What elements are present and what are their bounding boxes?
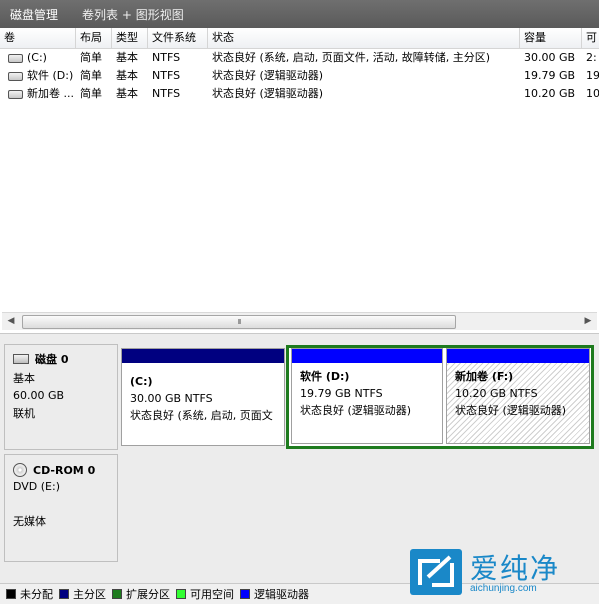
column-header-volume[interactable]: 卷	[0, 28, 76, 48]
capacity-cell: 10.20 GB	[524, 87, 576, 100]
window-title: 磁盘管理	[10, 7, 59, 22]
legend-item-extended: 扩展分区	[112, 586, 170, 602]
free-cell: 10	[586, 87, 599, 100]
type-cell: 基本	[116, 87, 138, 100]
partition-d[interactable]: 软件 (D:) 19.79 GB NTFS 状态良好 (逻辑驱动器)	[291, 348, 443, 444]
partition-c[interactable]: (C:) 30.00 GB NTFS 状态良好 (系统, 启动, 页面文	[121, 348, 285, 446]
status-cell: 状态良好 (逻辑驱动器)	[212, 69, 324, 82]
cdrom-name: CD-ROM 0	[33, 463, 96, 477]
capacity-cell: 30.00 GB	[524, 51, 576, 64]
free-cell: 2:	[586, 51, 597, 64]
partition-f[interactable]: 新加卷 (F:) 10.20 GB NTFS 状态良好 (逻辑驱动器)	[446, 348, 590, 444]
column-header-type[interactable]: 类型	[112, 28, 148, 48]
legend-item-free-space: 可用空间	[176, 586, 234, 602]
capacity-cell: 19.79 GB	[524, 69, 576, 82]
drive-icon	[8, 89, 23, 99]
table-row[interactable]: 新加卷 ... 简单 基本 NTFS 状态良好 (逻辑驱动器) 10.20 GB…	[0, 85, 599, 103]
horizontal-scrollbar[interactable]: ◀ III ▶	[2, 312, 597, 330]
disk-state: 联机	[13, 407, 35, 420]
column-header-layout[interactable]: 布局	[76, 28, 112, 48]
table-row[interactable]: 软件 (D:) 简单 基本 NTFS 状态良好 (逻辑驱动器) 19.79 GB…	[0, 67, 599, 85]
legend-swatch	[112, 589, 122, 599]
partition-size: 19.79 GB NTFS	[300, 387, 383, 400]
type-cell: 基本	[116, 51, 138, 64]
legend-item-logical: 逻辑驱动器	[240, 586, 309, 602]
cd-drive-icon	[13, 463, 27, 477]
table-row[interactable]: (C:) 简单 基本 NTFS 状态良好 (系统, 启动, 页面文件, 活动, …	[0, 49, 599, 67]
volume-name: 软件 (D:)	[27, 69, 74, 82]
drive-icon	[8, 53, 23, 63]
column-header-status[interactable]: 状态	[208, 28, 520, 48]
scroll-grip: III	[237, 318, 241, 326]
layout-cell: 简单	[80, 51, 102, 64]
watermark-text: 爱纯净	[470, 552, 561, 585]
legend-label: 主分区	[73, 588, 106, 601]
scrollbar-thumb[interactable]: III	[22, 315, 456, 329]
partition-color-bar	[292, 349, 442, 363]
volume-list-header: 卷 布局 类型 文件系统 状态 容量 可	[0, 28, 599, 49]
partition-name: (C:)	[130, 375, 153, 388]
legend-label: 逻辑驱动器	[254, 588, 309, 601]
cdrom-0-info[interactable]: CD-ROM 0 DVD (E:) 无媒体	[4, 454, 118, 562]
hard-disk-icon	[13, 354, 29, 364]
volume-name: (C:)	[27, 51, 47, 64]
filesystem-cell: NTFS	[152, 87, 181, 100]
cdrom-state: 无媒体	[13, 515, 46, 528]
legend-swatch	[59, 589, 69, 599]
legend-swatch	[6, 589, 16, 599]
partition-status: 状态良好 (逻辑驱动器)	[455, 404, 567, 417]
volume-cell: 软件 (D:)	[4, 67, 76, 85]
legend-swatch	[240, 589, 250, 599]
legend-item-primary: 主分区	[59, 586, 106, 602]
volume-name: 新加卷 ...	[27, 87, 74, 100]
partition-size: 30.00 GB NTFS	[130, 392, 213, 405]
volume-cell: 新加卷 ...	[4, 85, 76, 103]
layout-cell: 简单	[80, 69, 102, 82]
legend-item-unallocated: 未分配	[6, 586, 53, 602]
disk-size: 60.00 GB	[13, 389, 65, 402]
title-bar: 磁盘管理 卷列表 + 图形视图	[0, 0, 599, 28]
partition-status: 状态良好 (系统, 启动, 页面文	[130, 409, 273, 422]
filesystem-cell: NTFS	[152, 69, 181, 82]
partition-color-bar	[447, 349, 589, 363]
view-subtitle: 卷列表 + 图形视图	[82, 7, 184, 22]
legend-label: 未分配	[20, 588, 53, 601]
partition-color-bar	[122, 349, 284, 363]
filesystem-cell: NTFS	[152, 51, 181, 64]
layout-cell: 简单	[80, 87, 102, 100]
disk-name: 磁盘 0	[35, 353, 69, 366]
volume-cell: (C:)	[4, 49, 76, 67]
partition-size: 10.20 GB NTFS	[455, 387, 538, 400]
free-cell: 19	[586, 69, 599, 82]
scroll-left-arrow-icon[interactable]: ◀	[6, 316, 16, 326]
status-cell: 状态良好 (系统, 启动, 页面文件, 活动, 故障转储, 主分区)	[212, 51, 491, 64]
drive-icon	[8, 71, 23, 81]
partition-name: 新加卷 (F:)	[455, 370, 514, 383]
legend-label: 可用空间	[190, 588, 234, 601]
disk-0-info[interactable]: 磁盘 0 基本 60.00 GB 联机	[4, 344, 118, 450]
scroll-right-arrow-icon[interactable]: ▶	[583, 316, 593, 326]
volume-list: (C:) 简单 基本 NTFS 状态良好 (系统, 启动, 页面文件, 活动, …	[0, 49, 599, 103]
legend-label: 扩展分区	[126, 588, 170, 601]
type-cell: 基本	[116, 69, 138, 82]
legend-swatch	[176, 589, 186, 599]
column-header-capacity[interactable]: 容量	[520, 28, 582, 48]
watermark-logo: 爱纯净 aichunjing.com	[406, 545, 599, 603]
partition-name: 软件 (D:)	[300, 370, 350, 383]
watermark-icon	[410, 549, 462, 595]
status-cell: 状态良好 (逻辑驱动器)	[212, 87, 324, 100]
partition-status: 状态良好 (逻辑驱动器)	[300, 404, 412, 417]
cdrom-type: DVD (E:)	[13, 480, 61, 493]
watermark-url: aichunjing.com	[470, 583, 537, 594]
disk-type: 基本	[13, 372, 35, 385]
column-header-free[interactable]: 可	[582, 28, 599, 48]
column-header-filesystem[interactable]: 文件系统	[148, 28, 208, 48]
